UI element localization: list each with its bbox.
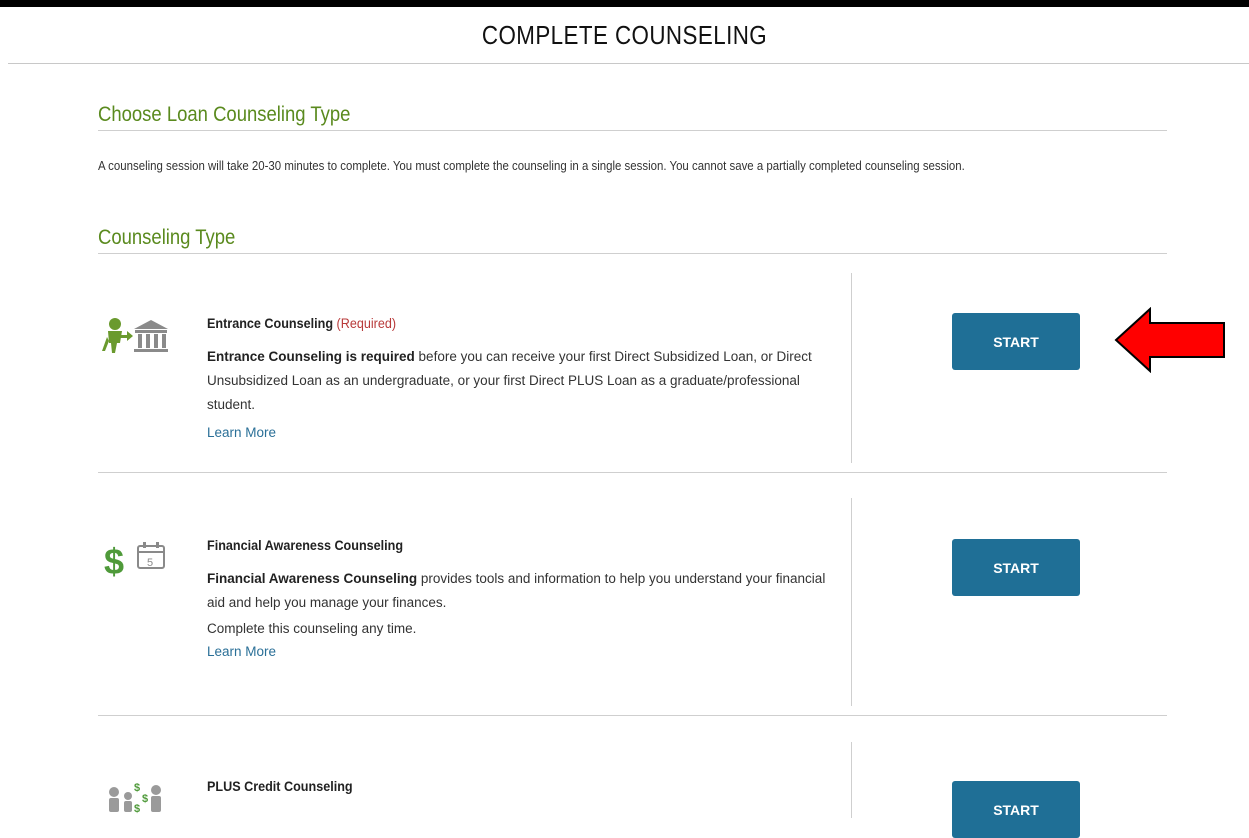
choose-type-heading: Choose Loan Counseling Type [98,103,351,126]
svg-text:$: $ [104,541,124,581]
page-title: COMPLETE COUNSELING [481,20,768,50]
card-column-divider [851,273,852,463]
student-bank-icon [98,315,178,355]
svg-text:$: $ [134,803,140,815]
dollar-calendar-icon: $ 5 [98,537,178,582]
card-title: Entrance Counseling (Required) [207,315,397,331]
card-content: PLUS Credit Counseling [207,778,847,794]
top-bar [0,0,1249,7]
svg-text:$: $ [134,782,140,794]
card-title: PLUS Credit Counseling [207,778,353,794]
card-content: Entrance Counseling (Required) Entrance … [207,315,847,442]
start-plus-credit-button[interactable]: START [952,781,1080,838]
required-badge: (Required) [336,315,397,331]
card-divider [98,472,1167,473]
title-divider [8,63,1249,64]
red-arrow-annotation [1114,307,1225,373]
family-money-icon: $ $ $ [98,778,178,818]
counseling-type-heading: Counseling Type [98,226,236,249]
calendar-day-label: 5 [147,557,153,569]
card-column-divider [851,498,852,706]
card-entrance-counseling: Entrance Counseling (Required) Entrance … [98,253,1167,473]
card-financial-awareness: $ 5 Financial Awareness Counseling Finan… [98,474,1167,716]
card-description: Entrance Counseling is required before y… [207,349,812,412]
start-entrance-button[interactable]: START [952,313,1080,370]
card-plus-credit: $ $ $ PLUS Credit Counseling START [98,716,1167,838]
intro-text: A counseling session will take 20-30 min… [98,158,965,173]
card-description: Financial Awareness Counseling provides … [207,571,826,610]
start-financial-awareness-button[interactable]: START [952,539,1080,596]
card-content: Financial Awareness Counseling Financial… [207,537,847,661]
card-note: Complete this counseling any time. [207,621,417,636]
choose-type-divider [98,130,1167,131]
card-title: Financial Awareness Counseling [207,537,404,553]
learn-more-link[interactable]: Learn More [207,425,276,440]
svg-text:$: $ [142,793,148,805]
card-column-divider [851,742,852,818]
learn-more-link[interactable]: Learn More [207,644,276,659]
